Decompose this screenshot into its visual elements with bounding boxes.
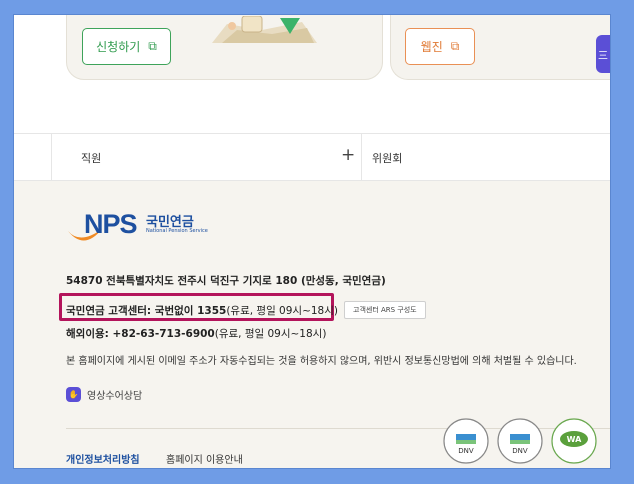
call-center-info: 국민연금 고객센터: 국번없이 1355 (유료, 평일 09시~18시) 고객… [66,301,426,319]
promo-card-apply: 신청하기 ⧉ [66,15,383,80]
cert-2-label: DNV [512,447,528,455]
accordion-staff[interactable]: 직원 [81,150,101,166]
international-label: 해외이용: +82-63-713-6900 [66,328,215,340]
map-illustration [212,16,317,43]
promo-card-webzine: 웹진 ⧉ [390,15,610,80]
dnv-cert-icon[interactable]: DNV [496,417,544,465]
webzine-button-label: 웹진 [420,40,443,54]
footer-address: 54870 전북특별자치도 전주시 덕진구 기지로 180 (만성동, 국민연금… [66,275,386,287]
divider [361,134,362,181]
international-hours: (유료, 평일 09시~18시) [214,328,327,340]
divider [51,134,52,181]
cert-1-label: DNV [458,447,474,455]
external-link-icon: ⧉ [450,39,460,53]
sign-language-label: 영상수어상담 [87,391,143,402]
wa-cert-icon[interactable]: WA [550,417,598,465]
expand-plus-icon[interactable]: + [341,145,355,165]
privacy-policy-link[interactable]: 개인정보처리방침 [66,451,140,466]
logo-name-en: National Pension Service [146,228,208,234]
logo-brand: NPS [84,209,138,239]
side-menu-tab[interactable]: 三 [596,35,610,73]
international-info: 해외이용: +82-63-713-6900(유료, 평일 09시~18시) [66,326,326,341]
menu-icon: 三 [598,50,608,62]
webzine-button[interactable]: 웹진 ⧉ [405,28,475,65]
usage-guide-link[interactable]: 홈페이지 이용안내 [166,451,243,466]
certification-badges: DNV DNV WA [442,417,598,465]
ars-diagram-button[interactable]: 고객센터 ARS 구성도 [344,301,426,319]
call-center-hours: (유료, 평일 09시~18시) [226,304,338,317]
call-center-label: 국민연금 고객센터: 국번없이 1355 [66,304,227,317]
cert-3-label: WA [567,435,582,444]
related-sites-row: 직원 + 위원회 [14,133,610,181]
accordion-committee[interactable]: 위원회 [372,150,402,166]
sign-language-icon: ✋ [66,387,81,402]
email-notice: 본 홈페이지에 게시된 이메일 주소가 자동수집되는 것을 허용하지 않으며, … [66,356,577,367]
site-footer: NPS 국민연금 National Pension Service 54870 … [14,181,610,468]
sign-language-link[interactable]: ✋ 영상수어상담 [66,387,142,402]
promo-section: 신청하기 ⧉ 웹진 ⧉ 三 [14,15,610,133]
dnv-cert-icon[interactable]: DNV [442,417,490,465]
browser-viewport: 신청하기 ⧉ 웹진 ⧉ 三 직원 + 위원회 NPS 국민연금 National… [14,15,610,468]
external-link-icon: ⧉ [148,39,157,53]
apply-button[interactable]: 신청하기 ⧉ [82,28,171,65]
nps-logo[interactable]: NPS 국민연금 National Pension Service [66,209,216,247]
apply-button-label: 신청하기 [96,40,141,54]
